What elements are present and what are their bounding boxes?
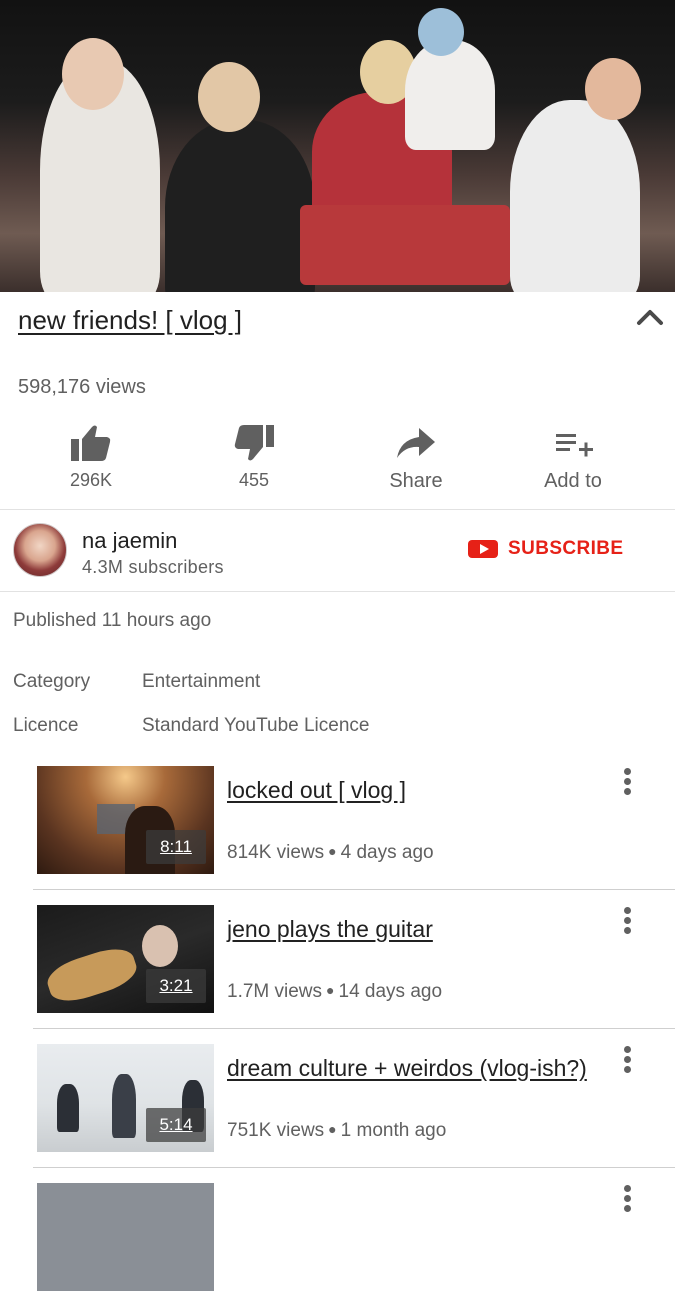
- row-divider: [33, 889, 675, 890]
- category-label: Category: [13, 671, 91, 692]
- channel-name[interactable]: na jaemin: [82, 528, 177, 554]
- video-title-row[interactable]: new friends! [ vlog ]: [18, 305, 618, 336]
- licence-value[interactable]: Standard YouTube Licence: [142, 715, 369, 737]
- related-video-age: 1 month ago: [340, 1120, 447, 1141]
- divider: [0, 509, 675, 510]
- video-duration: 3:21: [146, 969, 206, 1003]
- player-head-2: [198, 62, 260, 132]
- player-head-5: [585, 58, 641, 120]
- video-thumbnail[interactable]: 8:11: [37, 766, 214, 874]
- related-video-views: 814K views: [227, 842, 325, 863]
- related-video-age: 4 days ago: [340, 842, 434, 863]
- thumbnail-figure: [112, 1074, 136, 1138]
- related-video-views: 1.7M views: [227, 981, 323, 1002]
- subscribe-button[interactable]: SUBSCRIBE: [468, 536, 624, 562]
- action-bar: 296K 455 Share Add to: [0, 420, 675, 500]
- thumbnail-figure: [57, 1084, 79, 1132]
- divider: [0, 591, 675, 592]
- thumbnail-figure: [43, 942, 141, 1008]
- more-vertical-icon[interactable]: [619, 907, 635, 935]
- related-video-meta: 814K views ● 4 days ago: [227, 842, 434, 864]
- related-video-age: 14 days ago: [338, 981, 443, 1002]
- player-figure-4: [405, 40, 495, 150]
- player-head-1: [62, 38, 124, 110]
- chevron-up-icon[interactable]: [636, 306, 664, 328]
- separator-dot: ●: [328, 1121, 337, 1137]
- thumbnail-figure: [142, 925, 178, 967]
- row-divider: [33, 1167, 675, 1168]
- like-count: 296K: [69, 470, 113, 490]
- subscribe-label: SUBSCRIBE: [508, 538, 624, 559]
- share-arrow-icon: [397, 428, 435, 458]
- related-video-views: 751K views: [227, 1120, 325, 1141]
- dislike-button[interactable]: 455: [174, 420, 334, 491]
- thumbs-down-icon: [234, 425, 274, 461]
- related-video-title[interactable]: jeno plays the guitar: [227, 915, 587, 944]
- video-thumbnail[interactable]: [37, 1183, 214, 1291]
- share-button[interactable]: Share: [336, 420, 496, 493]
- published-date: Published 11 hours ago: [13, 610, 212, 631]
- more-vertical-icon[interactable]: [619, 1046, 635, 1074]
- video-title[interactable]: new friends! [ vlog ]: [18, 305, 242, 335]
- channel-row: na jaemin 4.3M subscribers SUBSCRIBE: [0, 511, 675, 591]
- like-button[interactable]: 296K: [11, 420, 171, 491]
- category-value[interactable]: Entertainment: [142, 671, 260, 693]
- separator-dot: ●: [326, 982, 335, 998]
- subscriber-count: 4.3M subscribers: [82, 557, 224, 577]
- more-vertical-icon[interactable]: [619, 1185, 635, 1213]
- video-duration: 8:11: [146, 830, 206, 864]
- related-video-title[interactable]: dream culture + weirdos (vlog-ish?): [227, 1054, 587, 1083]
- video-thumbnail[interactable]: 3:21: [37, 905, 214, 1013]
- add-to-button[interactable]: Add to: [493, 420, 653, 493]
- related-video-item[interactable]: 8:11 locked out [ vlog ] 814K views ● 4 da…: [0, 756, 675, 895]
- separator-dot: ●: [328, 843, 337, 859]
- player-head-4: [418, 8, 464, 56]
- related-video-item-partial[interactable]: [0, 1173, 675, 1312]
- more-vertical-icon[interactable]: [619, 768, 635, 796]
- view-count: 598,176 views: [18, 376, 146, 398]
- row-divider: [33, 1028, 675, 1029]
- player-figure-2: [165, 120, 315, 292]
- player-figure-6: [300, 205, 510, 285]
- add-to-label: Add to: [544, 470, 602, 492]
- related-video-meta: 1.7M views ● 14 days ago: [227, 981, 442, 1003]
- related-video-item[interactable]: 3:21 jeno plays the guitar 1.7M views ● 14…: [0, 895, 675, 1034]
- channel-avatar[interactable]: [13, 523, 67, 577]
- video-duration: 5:14: [146, 1108, 206, 1142]
- thumbs-up-icon: [71, 425, 111, 461]
- playlist-add-icon: [556, 434, 593, 457]
- youtube-logo-icon: [468, 540, 498, 558]
- share-label: Share: [389, 470, 443, 492]
- licence-label: Licence: [13, 715, 79, 736]
- player-figure-5: [510, 100, 640, 292]
- related-video-title[interactable]: locked out [ vlog ]: [227, 776, 587, 805]
- dislike-count: 455: [238, 470, 270, 490]
- related-video-item[interactable]: 5:14 dream culture + weirdos (vlog-ish?)…: [0, 1034, 675, 1173]
- related-video-meta: 751K views ● 1 month ago: [227, 1120, 446, 1142]
- video-player[interactable]: [0, 0, 675, 292]
- video-thumbnail[interactable]: 5:14: [37, 1044, 214, 1152]
